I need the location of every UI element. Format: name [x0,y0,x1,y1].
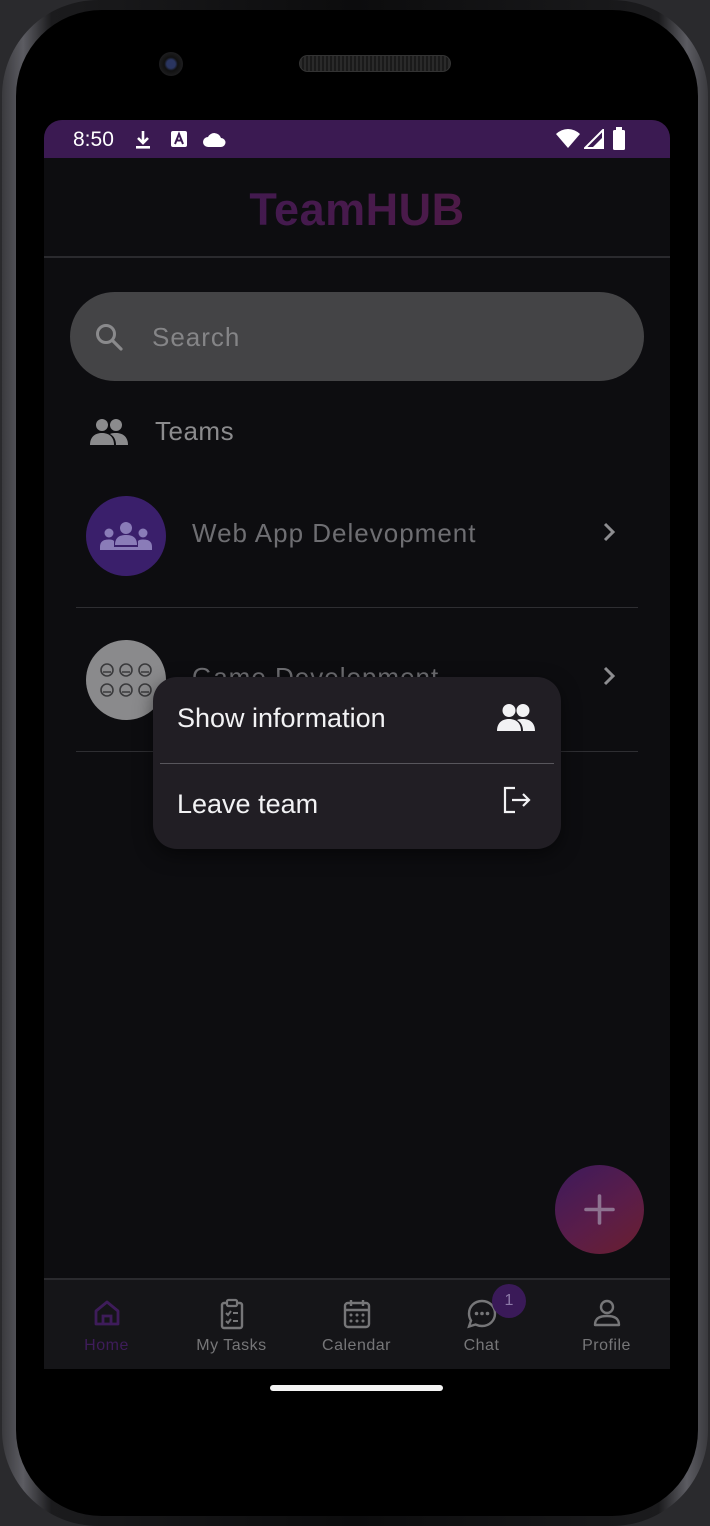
menu-item-label: Show information [177,703,386,733]
nav-label: Chat [463,1337,500,1354]
front-camera [159,52,183,76]
nav-profile[interactable]: Profile [544,1280,669,1369]
a-letter-icon [171,131,187,147]
add-team-button[interactable] [555,1165,644,1254]
team-row-web-app[interactable]: Web App Delevopment [76,464,638,608]
status-bar: 8:50 [44,120,670,158]
nav-label: Calendar [322,1337,391,1354]
signal-icon [584,129,604,149]
earpiece-speaker [299,55,451,72]
people-icon [497,704,535,731]
clipboard-icon [220,1298,243,1330]
nav-calendar[interactable]: Calendar [294,1280,419,1369]
app-screen: 8:50 TeamHUB Search Teams Web App Delevo… [44,120,670,1369]
team-avatar [86,496,166,576]
nav-label: My Tasks [196,1337,267,1354]
home-icon [94,1300,119,1326]
nav-label: Profile [582,1337,631,1354]
nav-my-tasks[interactable]: My Tasks [169,1280,294,1369]
chevron-right-icon [603,666,616,686]
nav-label: Home [84,1337,129,1354]
team-context-menu: Show information Leave team [153,677,561,849]
logout-icon [503,786,531,814]
app-header: TeamHUB [44,158,670,258]
status-time: 8:50 [73,128,114,151]
team-name: Web App Delevopment [192,518,477,548]
nav-chat[interactable]: 1 Chat [419,1280,544,1369]
menu-item-label: Leave team [177,789,319,819]
grid-faces-icon [100,663,152,697]
people-icon [90,419,128,445]
bottom-navigation: Home My Tasks Calendar 1 Chat Profile [44,1278,670,1369]
home-indicator[interactable] [270,1385,443,1391]
unread-badge: 1 [492,1284,526,1318]
chevron-right-icon [603,522,616,542]
menu-item-leave-team[interactable]: Leave team [153,763,561,849]
search-icon [96,324,123,351]
cloud-icon [203,133,226,147]
download-icon [136,131,150,149]
group-icon [100,522,152,550]
search-bar[interactable] [70,292,644,381]
calendar-icon [343,1300,370,1329]
menu-item-show-information[interactable]: Show information [153,677,561,763]
wifi-icon [556,129,580,148]
person-icon [593,1299,620,1327]
battery-icon [613,127,625,150]
nav-home[interactable]: Home [44,1280,169,1369]
app-title: TeamHUB [44,184,670,236]
teams-label: Teams [155,416,235,446]
plus-icon [584,1194,615,1225]
search-input[interactable] [152,312,592,362]
